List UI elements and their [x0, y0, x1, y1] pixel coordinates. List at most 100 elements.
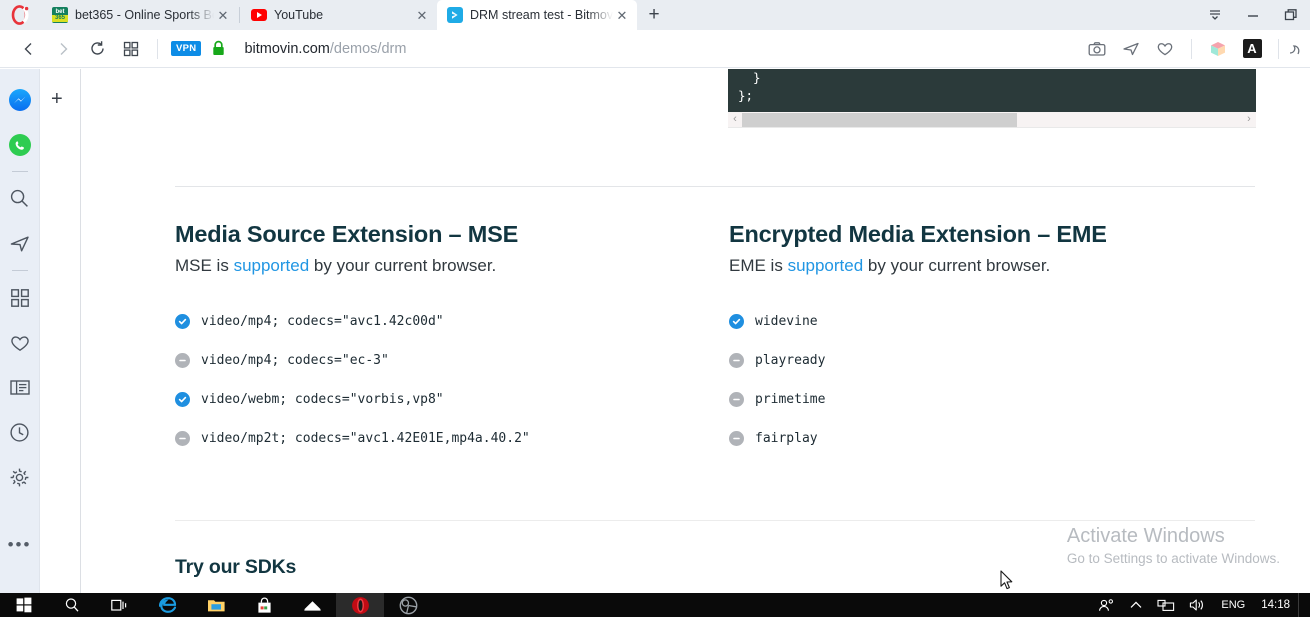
sidebar-divider-1 [11, 171, 28, 172]
heart-favorite-icon[interactable] [1148, 34, 1182, 64]
edge-browser-icon[interactable] [144, 593, 192, 617]
sidebar-item-more[interactable]: ••• [0, 522, 40, 567]
extension-adblock-a-icon[interactable]: A [1235, 34, 1269, 64]
drm-label: fairplay [755, 431, 818, 446]
tab-drm-stream-test[interactable]: DRM stream test - Bitmovin ✕ [437, 0, 637, 30]
scrollbar-thumb[interactable] [742, 112, 1017, 127]
scroll-right-arrow-icon[interactable]: › [1242, 114, 1256, 125]
sidebar-item-bookmarks[interactable] [0, 320, 40, 365]
network-icon[interactable] [1150, 598, 1182, 612]
restore-window-icon[interactable] [1272, 0, 1310, 30]
tab-list-chevron-icon[interactable] [1196, 0, 1234, 30]
new-tab-button[interactable]: + [637, 0, 671, 30]
tab-title: DRM stream test - Bitmovin [470, 8, 613, 22]
list-item: fairplay [729, 419, 1249, 458]
window-controls [1196, 0, 1310, 30]
drm-label: widevine [755, 314, 818, 329]
code-block-horizontal-scrollbar[interactable]: ‹ › [728, 112, 1256, 128]
tab-youtube[interactable]: YouTube ✕ [241, 0, 437, 30]
supported-check-icon [729, 314, 744, 329]
unsupported-minus-icon [729, 392, 744, 407]
back-arrow-icon[interactable] [12, 34, 46, 64]
sidebar-add-button[interactable]: + [51, 89, 63, 109]
scroll-left-arrow-icon[interactable]: ‹ [728, 114, 742, 125]
eme-subtitle-post: by your current browser. [863, 256, 1051, 275]
obs-studio-icon[interactable] [384, 593, 432, 617]
people-icon[interactable] [1091, 598, 1122, 612]
padlock-secure-icon[interactable] [211, 40, 226, 57]
bet365-favicon: bet 365 [52, 7, 68, 23]
speed-dial-grid-icon[interactable] [114, 34, 148, 64]
tab-close-button[interactable]: ✕ [413, 6, 431, 24]
reload-icon[interactable] [80, 34, 114, 64]
sidebar-item-settings[interactable] [0, 455, 40, 500]
code-line-1: } [738, 70, 761, 85]
list-item: widevine [729, 302, 1249, 341]
nav-divider [157, 38, 158, 59]
drm-label: playready [755, 353, 826, 368]
watermark-title: Activate Windows [1066, 525, 1225, 547]
list-item: video/mp2t; codecs="avc1.42E01E,mp4a.40.… [175, 419, 695, 458]
unsupported-minus-icon [729, 353, 744, 368]
volume-icon[interactable] [1182, 598, 1213, 612]
sidebar-item-send[interactable] [0, 221, 40, 266]
sidebar-page-divider [80, 69, 81, 593]
tab-separator [239, 7, 240, 23]
start-button-icon[interactable] [0, 593, 48, 617]
cortana-search-icon[interactable] [48, 593, 96, 617]
snapshot-camera-icon[interactable] [1080, 34, 1114, 64]
opera-sidebar: ••• [0, 69, 40, 593]
sidebar-item-speed-dial[interactable] [0, 275, 40, 320]
supported-check-icon [175, 392, 190, 407]
unsupported-minus-icon [175, 353, 190, 368]
unsupported-minus-icon [175, 431, 190, 446]
sidebar-item-whatsapp[interactable] [0, 122, 40, 167]
tab-close-button[interactable]: ✕ [214, 6, 232, 24]
mse-subtitle: MSE is supported by your current browser… [175, 256, 695, 276]
mail-icon[interactable] [288, 593, 336, 617]
opera-menu-icon[interactable] [1288, 34, 1306, 64]
drm-label: primetime [755, 392, 826, 407]
opera-logo-icon[interactable] [0, 0, 42, 30]
mse-section: Media Source Extension – MSE MSE is supp… [175, 221, 695, 458]
forward-arrow-icon[interactable] [46, 34, 80, 64]
language-indicator[interactable]: ENG [1213, 599, 1253, 611]
show-desktop-button[interactable] [1298, 593, 1304, 617]
unsupported-minus-icon [729, 431, 744, 446]
eme-heading: Encrypted Media Extension – EME [729, 221, 1107, 247]
eme-status-link[interactable]: supported [788, 256, 864, 275]
sidebar-item-news[interactable] [0, 365, 40, 410]
file-explorer-icon[interactable] [192, 593, 240, 617]
sidebar-item-messenger[interactable] [0, 77, 40, 122]
extension-a-label: A [1242, 39, 1262, 58]
mse-codec-list: video/mp4; codecs="avc1.42c00d" video/mp… [175, 302, 695, 458]
watermark-subtitle: Go to Settings to activate Windows. [1066, 551, 1280, 566]
bitmovin-favicon [447, 7, 463, 23]
microsoft-store-icon[interactable] [240, 593, 288, 617]
task-view-icon[interactable] [96, 593, 144, 617]
sidebar-item-history[interactable] [0, 410, 40, 455]
mse-subtitle-post: by your current browser. [309, 256, 497, 275]
page-viewport: + } }; ‹ › Media Source Extension – MSE … [40, 69, 1310, 593]
section-divider-top [175, 186, 1255, 187]
extension-cube-icon[interactable] [1201, 34, 1235, 64]
address-bar-url[interactable]: bitmovin.com/demos/drm [244, 41, 406, 57]
section-divider-bottom [175, 520, 1255, 521]
youtube-favicon [251, 7, 267, 23]
scrollbar-track[interactable] [742, 112, 1242, 127]
tab-bet365[interactable]: bet 365 bet365 - Online Sports Betti ✕ [42, 0, 238, 30]
send-to-device-icon[interactable] [1114, 34, 1148, 64]
list-item: video/mp4; codecs="avc1.42c00d" [175, 302, 695, 341]
eme-subtitle-pre: EME is [729, 256, 788, 275]
opera-browser-icon[interactable] [336, 593, 384, 617]
codec-label: video/mp2t; codecs="avc1.42E01E,mp4a.40.… [201, 431, 530, 446]
sidebar-item-search[interactable] [0, 176, 40, 221]
mse-status-link[interactable]: supported [234, 256, 310, 275]
list-item: video/webm; codecs="vorbis,vp8" [175, 380, 695, 419]
url-host: bitmovin.com [244, 40, 330, 57]
tab-close-button[interactable]: ✕ [613, 6, 631, 24]
minimize-button[interactable] [1234, 0, 1272, 30]
show-hidden-icons-icon[interactable] [1122, 599, 1150, 611]
clock[interactable]: 14:18 [1253, 599, 1298, 611]
vpn-badge[interactable]: VPN [171, 41, 202, 56]
